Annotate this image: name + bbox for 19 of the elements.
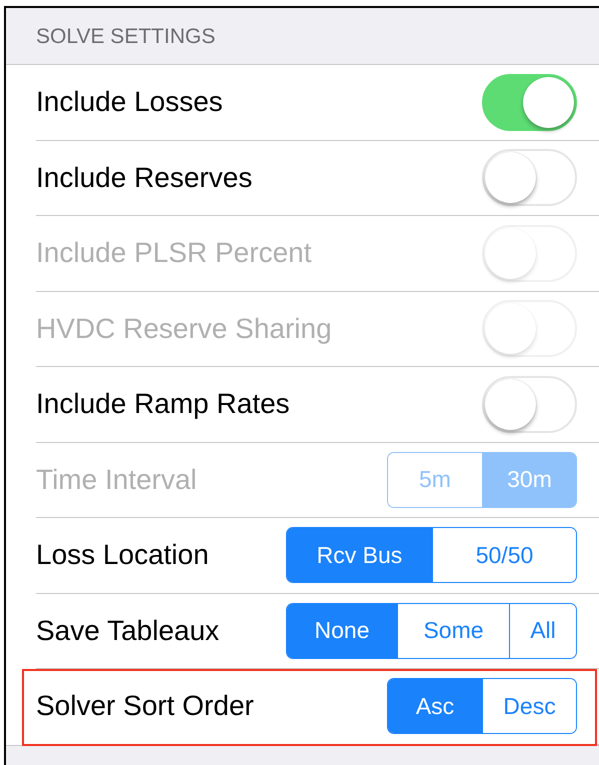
segment-option[interactable]: Asc: [388, 679, 482, 734]
segment-option[interactable]: Desc: [482, 679, 576, 734]
setting-label: Include Losses: [36, 86, 223, 118]
toggle-switch[interactable]: [482, 149, 577, 206]
setting-label: Save Tableaux: [36, 614, 220, 647]
setting-label: Solver Sort Order: [36, 690, 254, 722]
segment-option[interactable]: None: [287, 604, 397, 658]
setting-label: Loss Location: [36, 539, 209, 572]
section-title: SOLVE SETTINGS: [36, 25, 216, 48]
segment-option[interactable]: 50/50: [432, 528, 576, 582]
toggle-switch[interactable]: [482, 376, 577, 433]
setting-label: Time Interval: [36, 464, 197, 496]
setting-label: Include PLSR Percent: [36, 237, 312, 270]
segment-option[interactable]: All: [509, 604, 576, 658]
segment-option[interactable]: Rcv Bus: [287, 528, 432, 582]
setting-label: Include Ramp Rates: [36, 388, 290, 420]
toggle-switch[interactable]: [482, 74, 577, 131]
setting-label: Include Reserves: [36, 162, 252, 194]
setting-label: HVDC Reserve Sharing: [36, 312, 332, 345]
